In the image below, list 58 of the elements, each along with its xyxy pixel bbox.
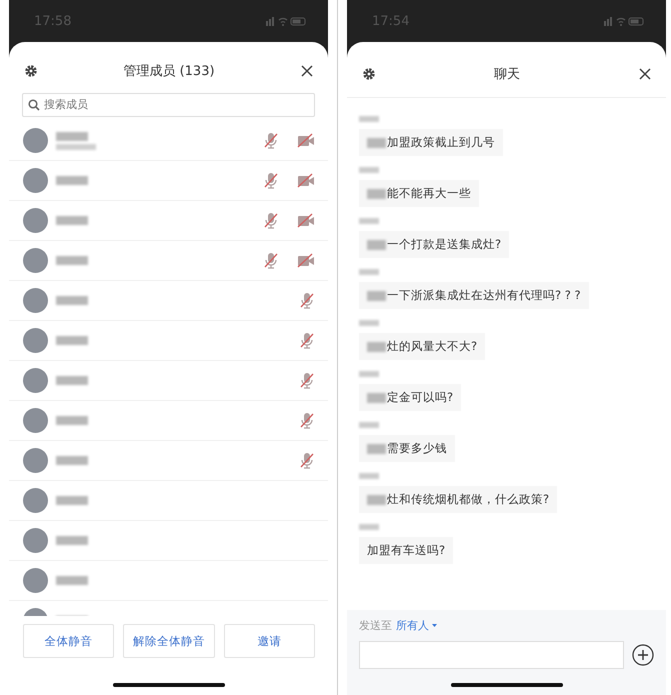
avatar-placeholder xyxy=(23,128,48,153)
blurred-sender xyxy=(359,116,379,122)
message-text: 加盟有车送吗? xyxy=(367,543,446,558)
blurred-sender xyxy=(359,371,379,377)
action-button[interactable]: 邀请 xyxy=(224,624,315,658)
blurred-sender xyxy=(359,167,379,173)
close-icon[interactable] xyxy=(300,64,314,78)
blurred-name xyxy=(56,376,88,385)
add-icon[interactable] xyxy=(632,644,654,666)
blurred-name xyxy=(56,296,88,305)
send-to-label: 发送至 xyxy=(359,618,392,633)
blurred-sender xyxy=(359,422,379,428)
recipient-dropdown[interactable]: 所有人 xyxy=(396,618,437,633)
blurred-name xyxy=(56,176,88,185)
settings-icon[interactable] xyxy=(362,66,376,80)
avatar-placeholder xyxy=(23,328,48,353)
message-text: 一个打款是送集成灶? xyxy=(387,237,502,252)
avatar-placeholder xyxy=(23,488,48,513)
action-button[interactable]: 全体静音 xyxy=(23,624,114,658)
settings-icon[interactable] xyxy=(24,64,38,78)
search-field[interactable]: 搜索成员 xyxy=(22,93,315,117)
sheet-title: 聊天 xyxy=(494,66,520,82)
blurred-name xyxy=(56,132,88,140)
message-text: 能不能再大一些 xyxy=(387,186,471,201)
close-icon[interactable] xyxy=(638,66,652,80)
blurred-name xyxy=(56,256,88,265)
message-text: 需要多少钱 xyxy=(387,441,447,456)
avatar-placeholder xyxy=(23,248,48,273)
message-text: 加盟政策截止到几号 xyxy=(387,135,495,150)
avatar-placeholder xyxy=(23,168,48,193)
message-input[interactable] xyxy=(359,641,624,669)
blurred-name xyxy=(56,216,88,225)
avatar-placeholder xyxy=(23,528,48,553)
message-text: 灶的风量大不大? xyxy=(387,339,478,354)
message-text: 一下浙派集成灶在达州有代理吗? ? ? xyxy=(387,288,581,303)
avatar-placeholder xyxy=(23,408,48,433)
avatar-placeholder xyxy=(23,568,48,593)
avatar-placeholder xyxy=(23,448,48,473)
blurred-sender xyxy=(359,473,379,479)
avatar-placeholder xyxy=(23,288,48,313)
blurred-sender xyxy=(359,218,379,224)
message-text: 灶和传统烟机都做，什么政策? xyxy=(387,492,550,507)
blurred-name xyxy=(56,336,88,345)
blurred-sender xyxy=(359,269,379,275)
blurred-name xyxy=(56,456,88,465)
blurred-name xyxy=(56,576,88,585)
sheet-title: 管理成员 (133) xyxy=(123,63,215,80)
blurred-name xyxy=(56,416,88,425)
action-button[interactable]: 解除全体静音 xyxy=(123,624,215,658)
blurred-name xyxy=(56,496,88,505)
blurred-name xyxy=(56,536,88,545)
avatar-placeholder xyxy=(23,208,48,233)
blurred-sender xyxy=(359,320,379,326)
blurred-sender xyxy=(359,524,379,530)
message-text: 定金可以吗? xyxy=(387,390,454,405)
caret-icon xyxy=(432,623,437,628)
search-icon xyxy=(28,99,40,111)
avatar-placeholder xyxy=(23,368,48,393)
